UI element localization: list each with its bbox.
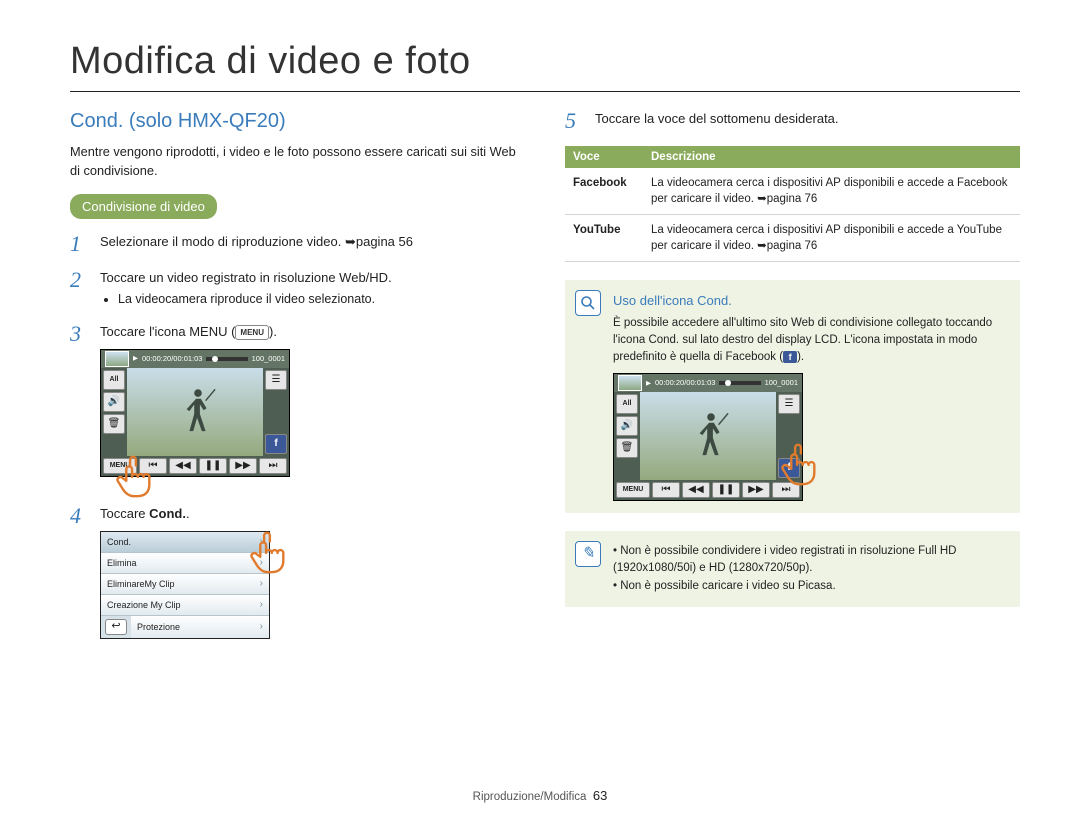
menu-item-protezione[interactable]: Protezione› <box>131 616 269 638</box>
clip-name: 100_0001 <box>252 354 285 365</box>
menu-item-eliminaremyclip[interactable]: EliminareMy Clip› <box>101 574 269 595</box>
step-number-1: 1 <box>70 233 90 255</box>
menu-popup-screenshot: Cond.› Elimina› EliminareMy Clip› Creazi… <box>100 531 270 639</box>
info-box-title: Uso dell'icona Cond. <box>613 292 1006 311</box>
menu-item-creazionemyclip[interactable]: Creazione My Clip› <box>101 595 269 616</box>
page-footer: Riproduzione/Modifica 63 <box>0 788 1080 803</box>
menu-button[interactable]: MENU <box>616 482 650 498</box>
playback-time: 00:00:20/00:01:03 <box>142 354 202 365</box>
filter-all-button[interactable]: All <box>616 394 638 414</box>
table-cell-facebook-desc: La videocamera cerca i dispositivi AP di… <box>643 168 1020 215</box>
touch-hand-icon <box>774 440 822 488</box>
delete-button[interactable]: 🗑 <box>103 414 125 434</box>
footer-section: Riproduzione/Modifica <box>473 791 587 803</box>
step-4-bold: Cond. <box>149 506 186 521</box>
list-button[interactable]: ☰ <box>265 370 287 390</box>
list-button[interactable]: ☰ <box>778 394 800 414</box>
pause-button[interactable]: ❚❚ <box>199 458 227 474</box>
playback-time: 00:00:20/00:01:03 <box>655 378 715 389</box>
rewind-button[interactable]: ◀◀ <box>682 482 710 498</box>
forward-button[interactable]: ▶▶ <box>742 482 770 498</box>
step-2-bullet: La videocamera riproduce il video selezi… <box>118 291 525 309</box>
step-number-2: 2 <box>70 269 90 309</box>
volume-button[interactable]: 🔊 <box>103 392 125 412</box>
caution-box: ✎ Non è possibile condividere i video re… <box>565 531 1020 607</box>
clip-thumbnail-icon <box>618 375 642 391</box>
rewind-button[interactable]: ◀◀ <box>169 458 197 474</box>
step-1-text: Selezionare il modo di riproduzione vide… <box>100 233 525 255</box>
step-3-text-a: Toccare l'icona MENU ( <box>100 324 235 339</box>
note-pencil-icon: ✎ <box>575 541 601 567</box>
progress-bar <box>719 381 760 385</box>
progress-bar <box>206 357 247 361</box>
section-title: Cond. (solo HMX-QF20) <box>70 110 525 133</box>
table-row: Facebook La videocamera cerca i disposit… <box>565 168 1020 215</box>
next-button[interactable]: ⏭ <box>259 458 287 474</box>
prev-button[interactable]: ⏮ <box>652 482 680 498</box>
facebook-inline-icon: f <box>783 351 797 363</box>
step-number-3: 3 <box>70 323 90 477</box>
pause-button[interactable]: ❚❚ <box>712 482 740 498</box>
table-row: YouTube La videocamera cerca i dispositi… <box>565 215 1020 262</box>
intro-text: Mentre vengono riprodotti, i video e le … <box>70 143 525 180</box>
table-header-voce: Voce <box>565 146 643 168</box>
info-box-body-end: ). <box>797 351 804 363</box>
chapter-title: Modifica di video e foto <box>70 40 1020 92</box>
step-2-text: Toccare un video registrato in risoluzio… <box>100 270 392 285</box>
step-number-4: 4 <box>70 505 90 639</box>
footer-page-number: 63 <box>593 788 607 803</box>
magnifier-icon <box>575 290 601 316</box>
playback-screenshot-share: ▶ 00:00:20/00:01:03 100_0001 All 🔊 🗑 <box>613 373 803 501</box>
table-cell-youtube-desc: La videocamera cerca i dispositivi AP di… <box>643 215 1020 262</box>
clip-thumbnail-icon <box>105 351 129 367</box>
info-box-cond-icon: Uso dell'icona Cond. È possibile acceder… <box>565 280 1020 513</box>
video-frame-golfer <box>179 384 217 444</box>
caution-item-2: Non è possibile caricare i video su Pica… <box>613 578 1006 595</box>
step-number-5: 5 <box>565 110 585 132</box>
forward-button[interactable]: ▶▶ <box>229 458 257 474</box>
filter-all-button[interactable]: All <box>103 370 125 390</box>
step-5-text: Toccare la voce del sottomenu desiderata… <box>595 110 1020 132</box>
delete-button[interactable]: 🗑 <box>616 438 638 458</box>
table-header-descrizione: Descrizione <box>643 146 1020 168</box>
menu-icon-chip: MENU <box>235 325 269 340</box>
step-4-text-a: Toccare <box>100 506 149 521</box>
description-table: Voce Descrizione Facebook La videocamera… <box>565 146 1020 262</box>
table-cell-facebook: Facebook <box>565 168 643 215</box>
subsection-pill: Condivisione di video <box>70 194 217 219</box>
caution-item-1: Non è possibile condividere i video regi… <box>613 543 1006 578</box>
step-4-text-c: . <box>186 506 190 521</box>
facebook-share-icon[interactable]: f <box>265 434 287 454</box>
touch-hand-icon <box>109 452 157 500</box>
touch-hand-icon <box>243 528 291 576</box>
clip-name: 100_0001 <box>765 378 798 389</box>
volume-button[interactable]: 🔊 <box>616 416 638 436</box>
playback-screenshot-menu: ▶ 00:00:20/00:01:03 100_0001 All 🔊 🗑 <box>100 349 290 477</box>
video-frame-golfer <box>692 408 730 468</box>
table-cell-youtube: YouTube <box>565 215 643 262</box>
step-3-text-b: ). <box>269 324 277 339</box>
back-button[interactable]: ↩ <box>105 619 127 635</box>
